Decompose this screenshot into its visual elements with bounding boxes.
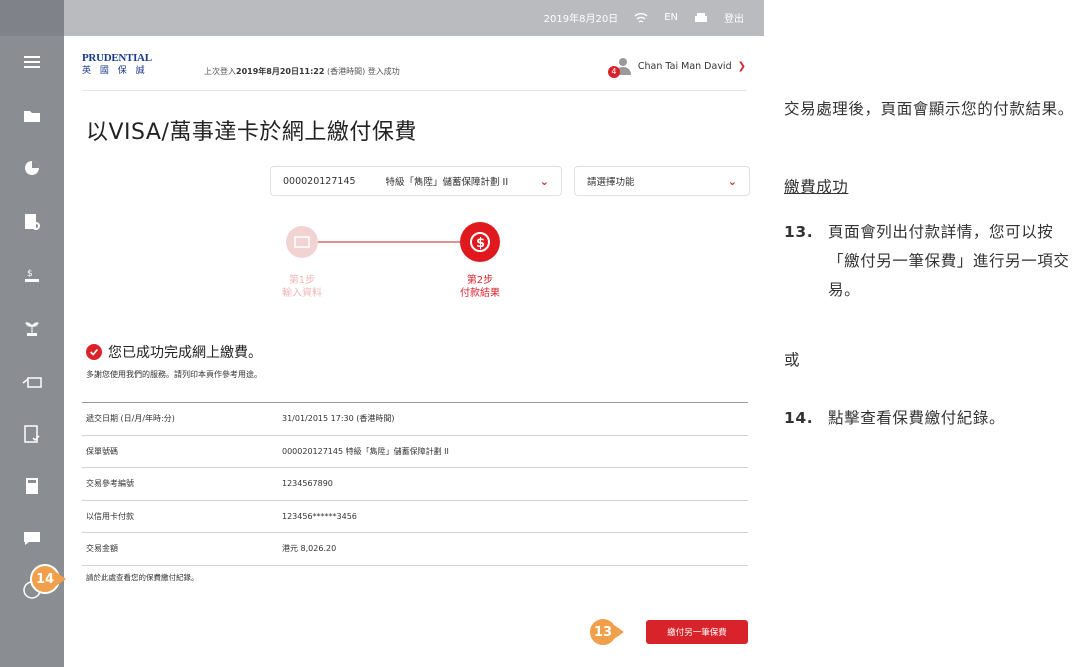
instruction-panel: 交易處理後，頁面會顯示您的付款結果。 繳費成功 13. 頁面會列出付款詳情，您可… bbox=[784, 0, 1080, 667]
wifi-icon[interactable] bbox=[634, 12, 648, 24]
chevron-down-icon: ❯ bbox=[737, 60, 746, 72]
table-row: 遞交日期 (日/月/年時:分) 31/01/2015 17:30 (香港時間) bbox=[82, 403, 748, 436]
menu-icon[interactable] bbox=[20, 50, 44, 74]
logout-link[interactable]: 登出 bbox=[724, 10, 744, 25]
step1-form-icon bbox=[286, 226, 318, 258]
plant-icon[interactable] bbox=[20, 316, 44, 340]
svg-text:$: $ bbox=[476, 236, 485, 251]
pay-another-button[interactable]: 繳付另一筆保費 bbox=[646, 620, 748, 644]
instruction-item-14: 14. 點擊查看保費繳付紀錄。 bbox=[784, 409, 1006, 427]
claims-icon[interactable] bbox=[20, 370, 44, 394]
success-message: 您已成功完成網上繳費。 bbox=[86, 342, 262, 362]
callout-14: 14 bbox=[30, 564, 66, 594]
step2-payment-icon: $ bbox=[460, 222, 500, 262]
intro-text: 交易處理後，頁面會顯示您的付款結果。 bbox=[784, 100, 1074, 118]
document-search-icon[interactable] bbox=[20, 210, 44, 234]
app-content: PRUDENTIAL 英 國 保 誠 上次登入2019年8月20日11:22 (… bbox=[64, 36, 764, 667]
svg-text:$: $ bbox=[27, 269, 33, 279]
table-row: 交易金額 港元 8,026.20 bbox=[82, 533, 748, 566]
last-login-text: 上次登入2019年8月20日11:22 (香港時間) 登入成功 bbox=[204, 67, 400, 76]
step1-label: 第1步 輸入資料 bbox=[282, 275, 322, 299]
page: $ 2019年8月20日 EN 登出 PRUDENTIAL 英 國 保 誠 上次… bbox=[0, 0, 1080, 667]
date-text: 2019年8月20日 bbox=[543, 14, 619, 25]
section-heading: 繳費成功 bbox=[784, 178, 849, 196]
folder-icon[interactable] bbox=[20, 104, 44, 128]
user-name: Chan Tai Man David bbox=[637, 60, 732, 72]
thanks-text: 多謝您使用我們的服務。請列印本頁作參考用途。 bbox=[86, 370, 262, 379]
payment-history-link[interactable]: 請於此處查看您的保費繳付紀錄。 bbox=[86, 572, 199, 583]
step2-label: 第2步 付款結果 bbox=[460, 275, 500, 299]
table-row: 以信用卡付款 123456******3456 bbox=[82, 501, 748, 533]
page-title: 以VISA/萬事達卡於網上繳付保費 bbox=[86, 120, 417, 145]
top-bar: 2019年8月20日 EN 登出 bbox=[64, 0, 764, 36]
progress-steps: $ 第1步 輸入資料 第2步 付款結果 bbox=[264, 218, 524, 299]
divider bbox=[82, 90, 746, 91]
function-select[interactable]: 請選擇功能 ⌄ bbox=[574, 166, 750, 196]
language-toggle[interactable]: EN bbox=[664, 12, 678, 23]
calculator-icon[interactable] bbox=[20, 474, 44, 498]
chevron-down-icon: ⌄ bbox=[539, 174, 549, 188]
chevron-down-icon: ⌄ bbox=[727, 174, 737, 188]
notification-badge: 4 bbox=[607, 66, 620, 78]
payment-icon[interactable]: $ bbox=[20, 264, 44, 288]
chat-icon[interactable] bbox=[20, 526, 44, 550]
table-row: 交易參考編號 1234567890 bbox=[82, 468, 748, 501]
callout-13: 13 bbox=[588, 617, 624, 647]
user-menu[interactable]: 4 Chan Tai Man David ❯ bbox=[607, 56, 746, 78]
step-connector bbox=[318, 241, 468, 243]
table-row: 保單號碼 000020127145 特級「雋陞」儲蓄保障計劃 II bbox=[82, 436, 748, 468]
policy-select[interactable]: 000020127145 特級「雋陞」儲蓄保障計劃 II ⌄ bbox=[270, 166, 562, 196]
pie-chart-icon[interactable] bbox=[20, 156, 44, 180]
prudential-logo[interactable]: PRUDENTIAL 英 國 保 誠 bbox=[82, 52, 178, 76]
print-icon[interactable] bbox=[694, 12, 708, 24]
avatar: 4 bbox=[607, 56, 632, 78]
check-icon bbox=[86, 344, 102, 360]
payment-details-table: 遞交日期 (日/月/年時:分) 31/01/2015 17:30 (香港時間) 保… bbox=[82, 402, 748, 566]
form-check-icon[interactable] bbox=[20, 422, 44, 446]
instruction-item-13: 13. 頁面會列出付款詳情，您可以按「繳付另一筆保費」進行另一項交易。 bbox=[784, 223, 1070, 299]
or-text: 或 bbox=[784, 351, 800, 369]
